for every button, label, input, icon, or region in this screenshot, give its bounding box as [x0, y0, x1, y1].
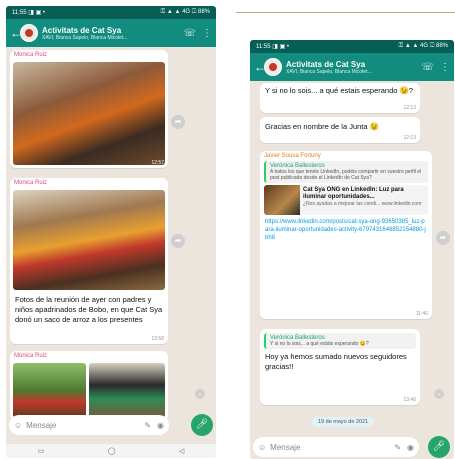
forward-icon[interactable]: ➦: [436, 231, 450, 245]
scroll-down-icon[interactable]: ⌄: [195, 389, 205, 399]
message-input-placeholder: Mensaje: [26, 420, 57, 430]
emoji-icon[interactable]: ☺: [14, 421, 22, 430]
message-input[interactable]: ☺ Mensaje ✎ ◉: [9, 415, 169, 435]
link-preview-title: Cat Sya ONG en LinkedIn: Luz para ilumin…: [303, 187, 404, 201]
group-avatar[interactable]: [20, 24, 38, 42]
nav-recents-icon[interactable]: ▭: [38, 447, 45, 455]
image-message[interactable]: Monica Ruiz 12:57: [10, 50, 168, 168]
status-bar: 11:55 ◨ ▣ • ⚿ ▲ ▲ 4G ◫ 88%: [250, 40, 454, 53]
date-separator: 19 de mayo de 2021: [312, 417, 375, 427]
link-preview[interactable]: Cat Sya ONG en LinkedIn: Luz para ilumin…: [264, 185, 428, 215]
camera-icon[interactable]: ◉: [157, 421, 164, 430]
message-text: Hoy ya hemos sumado nuevos seguidores gr…: [265, 352, 407, 371]
chat-title-block[interactable]: Activitats de Cat Sya XAVI, Bianca Sapel…: [42, 26, 177, 41]
forwarded-link-message[interactable]: Javier Sousa Fortuny Verónica Ballestero…: [260, 151, 432, 319]
chat-header: ← Activitats de Cat Sya XAVI, Bianca Sap…: [250, 53, 454, 81]
message-input[interactable]: ☺ Mensaje ✎ ◉: [253, 437, 419, 457]
add-call-icon[interactable]: ☏: [421, 62, 434, 73]
back-arrow-icon[interactable]: ←: [10, 26, 22, 40]
more-options-icon[interactable]: ⋮: [440, 62, 450, 73]
message-time: 12:58: [151, 336, 164, 342]
text-message[interactable]: Gracias en nombre de la Junta 😉 12:13: [260, 117, 420, 143]
group-avatar[interactable]: [264, 58, 282, 76]
message-text: Gracias en nombre de la Junta 😉: [265, 122, 379, 131]
link-preview-image: [264, 185, 300, 215]
message-sender: Monica Ruiz: [14, 52, 48, 58]
album-photo[interactable]: [13, 363, 86, 418]
reply-message[interactable]: Verónica Ballesteros Y si no lo sois... …: [260, 329, 420, 405]
chat-members: XAVI, Bianca Sapelo, Blanca Micolet...: [286, 68, 372, 75]
status-icons: ⚿ ▲ ▲ 4G ◫ 88%: [160, 9, 210, 15]
phone-screenshot-left: 11:55 ◨ ▣ • ⚿ ▲ ▲ 4G ◫ 88% ← Activitats …: [6, 6, 216, 458]
status-bar: 11:55 ◨ ▣ • ⚿ ▲ ▲ 4G ◫ 88%: [6, 6, 216, 19]
nav-back-icon[interactable]: ◁: [179, 447, 184, 455]
quoted-message[interactable]: Verónica Ballesteros Y si no lo sois... …: [264, 333, 416, 349]
meeting-photo[interactable]: [13, 62, 165, 165]
more-options-icon[interactable]: ⋮: [202, 28, 212, 39]
status-time: 11:55 ◨ ▣ •: [12, 10, 46, 16]
emoji-icon[interactable]: ☺: [258, 443, 266, 452]
message-time: 12:13: [403, 105, 416, 111]
album-photo[interactable]: [89, 363, 165, 418]
message-list: Monica Ruiz 12:57 ➦ Monica Ruiz Fotos de…: [6, 47, 216, 444]
message-time: 13:46: [403, 397, 416, 403]
message-time: 12:57: [151, 160, 164, 166]
chat-title-block[interactable]: Activitats de Cat Sya XAVI, Bianca Sapel…: [286, 60, 415, 75]
meeting-photo[interactable]: [13, 190, 165, 290]
android-nav-bar: ▭ ◯ ◁: [6, 444, 216, 458]
quoted-message[interactable]: Verónica Ballesteros A todos los que ten…: [264, 161, 428, 183]
divider-line: [236, 12, 455, 13]
phone-screenshot-right: 11:55 ◨ ▣ • ⚿ ▲ ▲ 4G ◫ 88% ← Activitats …: [250, 40, 454, 459]
message-sender: Monica Ruiz: [14, 353, 48, 359]
forward-icon[interactable]: ➦: [171, 115, 185, 129]
message-caption: Fotos de la reunión de ayer con padres y…: [15, 295, 163, 324]
chat-members: XAVI, Bianca Sapelo, Blanca Micolet...: [42, 34, 128, 41]
nav-home-icon[interactable]: ◯: [108, 447, 116, 455]
attach-icon[interactable]: ✎: [394, 443, 401, 452]
text-message[interactable]: Y si no lo sois... a qué estais esperand…: [260, 83, 420, 113]
back-arrow-icon[interactable]: ←: [254, 60, 266, 74]
status-icons: ⚿ ▲ ▲ 4G ◫ 88%: [398, 43, 448, 49]
message-list: Y si no lo sois... a qué estais esperand…: [250, 81, 454, 441]
message-input-placeholder: Mensaje: [270, 442, 301, 452]
mic-button[interactable]: 🎤︎: [191, 414, 213, 436]
message-link[interactable]: https://www.linkedin.com/posts/cat-sya-o…: [260, 217, 432, 244]
message-time: 11:46: [415, 311, 428, 317]
image-album-message[interactable]: Monica Ruiz: [10, 351, 168, 421]
message-sender: Javier Sousa Fortuny: [264, 153, 321, 159]
attach-icon[interactable]: ✎: [144, 421, 151, 430]
image-caption-message[interactable]: Monica Ruiz Fotos de la reunión de ayer …: [10, 178, 168, 344]
chat-title: Activitats de Cat Sya: [42, 25, 122, 35]
link-preview-desc: ¿Nos ayudas a mejorar las condi... www.l…: [303, 201, 422, 208]
status-time: 11:55 ◨ ▣ •: [256, 44, 290, 50]
chat-title: Activitats de Cat Sya: [286, 59, 366, 69]
chat-header: ← Activitats de Cat Sya XAVI, Bianca Sap…: [6, 19, 216, 47]
scroll-down-icon[interactable]: ⌄: [434, 389, 444, 399]
quoted-text: Y si no lo sois... a qué estáis esperand…: [270, 341, 369, 347]
message-text: Y si no lo sois... a qué estais esperand…: [265, 86, 414, 95]
camera-icon[interactable]: ◉: [407, 443, 414, 452]
quoted-text: A todos los que tenéis LinkedIn, podéis …: [270, 169, 422, 181]
message-time: 12:13: [403, 135, 416, 141]
add-call-icon[interactable]: ☏: [183, 28, 196, 39]
mic-button[interactable]: 🎤︎: [428, 436, 450, 458]
forward-icon[interactable]: ➦: [171, 234, 185, 248]
message-sender: Monica Ruiz: [14, 180, 48, 186]
